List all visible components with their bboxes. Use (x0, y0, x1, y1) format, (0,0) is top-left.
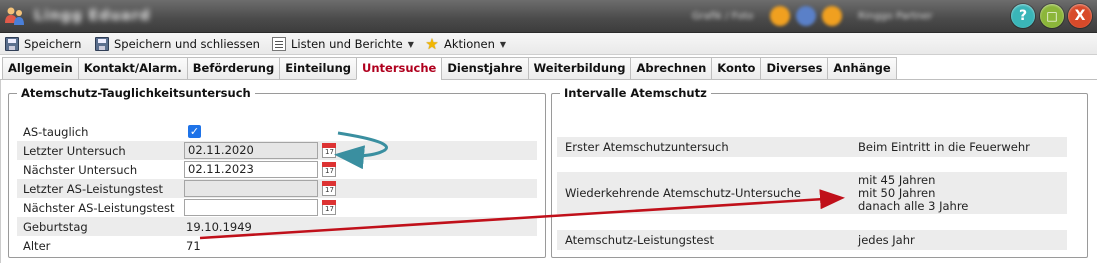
save-button[interactable]: Speichern (5, 36, 81, 52)
letzter-as-row: Letzter AS-Leistungstest 17 (17, 179, 537, 198)
close-button[interactable]: X (1068, 4, 1092, 28)
notification-icon (822, 6, 842, 26)
tab-weiterbildung[interactable]: Weiterbildung (527, 57, 632, 80)
help-button[interactable]: ? (1011, 4, 1035, 28)
chevron-down-icon: ▼ (407, 39, 414, 49)
geburtstag-row: Geburtstag 19.10.1949 (17, 217, 537, 236)
letzter-as-label: Letzter AS-Leistungstest (23, 181, 164, 196)
letzter-untersuch-row: Letzter Untersuch 02.11.2020 17 (17, 141, 537, 160)
save-close-button[interactable]: Speichern und schliessen (95, 36, 260, 52)
tab-einteilung[interactable]: Einteilung (279, 57, 357, 80)
tab-allgemein[interactable]: Allgemein (2, 57, 79, 80)
toolbar: Speichern Speichern und schliessen Liste… (0, 33, 1097, 55)
intervall-label: Atemschutz-Leistungstest (565, 233, 714, 247)
maximize-button[interactable]: □ (1040, 4, 1064, 28)
users-app-icon (5, 7, 24, 25)
intervalle-panel: Intervalle Atemschutz Erster Atemschutzu… (551, 86, 1088, 258)
tauglichkeit-legend: Atemschutz-Tauglichkeitsuntersuch (21, 86, 251, 100)
status-icon (770, 6, 790, 26)
list-icon (272, 37, 286, 51)
naechster-untersuch-field[interactable]: 02.11.2023 (184, 161, 318, 178)
geburtstag-value: 19.10.1949 (186, 219, 252, 234)
calendar-icon[interactable]: 17 (322, 200, 336, 215)
as-tauglich-label: AS-tauglich (23, 124, 89, 139)
tab-anhaenge[interactable]: Anhänge (827, 57, 897, 80)
star-icon: ★ (425, 35, 439, 53)
intervall-value: jedes Jahr (858, 232, 915, 247)
as-tauglich-row: AS-tauglich ✓ (17, 122, 537, 141)
intervall-value: danach alle 3 Jahre (858, 199, 969, 213)
intervall-label: Erster Atemschutzuntersuch (565, 140, 729, 154)
letzter-untersuch-field[interactable]: 02.11.2020 (184, 142, 318, 159)
tab-diverses[interactable]: Diverses (760, 57, 829, 80)
calendar-icon[interactable]: 17 (322, 162, 336, 177)
tab-bar: Allgemein Kontakt/Alarm. Beförderung Ein… (2, 57, 897, 80)
tab-dienstjahre[interactable]: Dienstjahre (441, 57, 529, 80)
tab-abrechnen[interactable]: Abrechnen (630, 57, 713, 80)
intervall-row: Erster Atemschutzuntersuch Beim Eintritt… (557, 137, 1067, 157)
floppy-icon (5, 37, 19, 51)
as-tauglich-checkbox[interactable]: ✓ (188, 125, 201, 138)
user-info: Grafik / Foto (692, 11, 754, 22)
title-bar: Lingg Eduard Grafik / Foto Ringgo Partne… (0, 0, 1097, 33)
tab-befoerderung[interactable]: Beförderung (186, 57, 281, 80)
tab-konto[interactable]: Konto (711, 57, 762, 80)
actions-label: Aktionen (444, 37, 495, 51)
alter-label: Alter (23, 238, 51, 253)
naechster-as-label: Nächster AS-Leistungstest (23, 200, 175, 215)
floppy-icon (95, 37, 109, 51)
naechster-as-field[interactable] (184, 199, 318, 216)
lists-label: Listen und Berichte (291, 37, 403, 51)
intervall-value: Beim Eintritt in die Feuerwehr (858, 139, 1030, 154)
tab-untersuche[interactable]: Untersuche (356, 57, 443, 80)
actions-menu[interactable]: ★ Aktionen ▼ (425, 36, 506, 52)
calendar-icon[interactable]: 17 (322, 143, 336, 158)
chevron-down-icon: ▼ (499, 39, 507, 49)
letzter-as-field[interactable] (184, 180, 318, 197)
intervall-row: Atemschutz-Leistungstest jedes Jahr (557, 230, 1067, 250)
naechster-as-row: Nächster AS-Leistungstest 17 (17, 198, 537, 217)
profile-icon (796, 6, 816, 26)
intervall-label: Wiederkehrende Atemschutz-Untersuche (565, 186, 801, 200)
calendar-icon[interactable]: 17 (322, 181, 336, 196)
geburtstag-label: Geburtstag (23, 219, 88, 234)
alter-value: 71 (186, 238, 201, 253)
save-label: Speichern (24, 37, 82, 51)
naechster-untersuch-row: Nächster Untersuch 02.11.2023 17 (17, 160, 537, 179)
intervall-row: Wiederkehrende Atemschutz-Untersuche mit… (557, 172, 1067, 214)
naechster-untersuch-label: Nächster Untersuch (23, 162, 138, 177)
window-title: Lingg Eduard (34, 8, 151, 24)
tab-kontakt[interactable]: Kontakt/Alarm. (77, 57, 188, 80)
partner-info: Ringgo Partner (858, 11, 933, 22)
save-close-label: Speichern und schliessen (114, 37, 260, 51)
tauglichkeit-panel: Atemschutz-Tauglichkeitsuntersuch AS-tau… (8, 86, 546, 258)
intervalle-legend: Intervalle Atemschutz (564, 86, 707, 100)
main-content: Atemschutz-Tauglichkeitsuntersuch AS-tau… (0, 80, 1097, 263)
lists-reports-menu[interactable]: Listen und Berichte ▼ (272, 36, 414, 52)
alter-row: Alter 71 (17, 236, 537, 255)
letzter-untersuch-label: Letzter Untersuch (23, 143, 126, 158)
